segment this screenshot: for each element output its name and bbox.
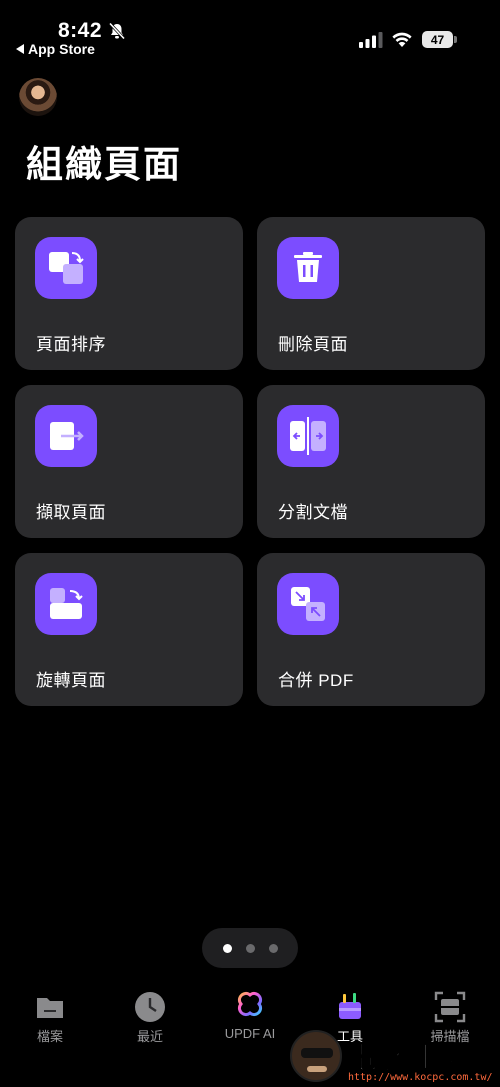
split-document-icon xyxy=(277,405,339,467)
rotate-page-icon xyxy=(35,573,97,635)
tab-files[interactable]: 檔案 xyxy=(0,985,100,1045)
tool-label: 分割文檔 xyxy=(278,503,348,522)
scan-icon xyxy=(434,991,466,1023)
tab-label: 檔案 xyxy=(36,1029,63,1044)
battery-indicator: 47 xyxy=(422,31,458,48)
tab-recent[interactable]: 最近 xyxy=(100,985,200,1045)
merge-pdf-icon xyxy=(277,573,339,635)
tool-card-merge-pdf[interactable]: 合併 PDF xyxy=(257,553,485,706)
page-dot-3[interactable] xyxy=(268,943,278,953)
trash-icon xyxy=(277,237,339,299)
page-dot-1[interactable] xyxy=(222,943,232,953)
toolbox-icon xyxy=(339,993,361,1019)
reorder-pages-icon xyxy=(35,237,97,299)
page-title: 組織頁面 xyxy=(26,144,182,185)
status-time: 8:42 xyxy=(58,19,103,42)
tool-label: 頁面排序 xyxy=(36,335,106,354)
watermark-mascot-icon xyxy=(290,1030,342,1082)
watermark-url: http://www.kocpc.com.tw/ xyxy=(348,1072,493,1083)
tool-label: 合併 PDF xyxy=(278,671,354,690)
updf-ai-icon xyxy=(237,991,263,1017)
back-to-app-store-button[interactable]: App Store xyxy=(16,41,95,57)
tool-label: 旋轉頁面 xyxy=(36,671,106,690)
tool-label: 擷取頁面 xyxy=(36,503,106,522)
back-triangle-icon xyxy=(16,44,24,54)
back-app-label: App Store xyxy=(28,41,95,57)
tool-label: 刪除頁面 xyxy=(278,335,348,354)
status-bar: 8:42 App Store 47 xyxy=(0,0,500,66)
wifi-icon xyxy=(392,32,412,47)
page-dot-2[interactable] xyxy=(245,943,255,953)
folder-icon xyxy=(37,998,63,1018)
tool-card-delete-pages[interactable]: 刪除頁面 xyxy=(257,217,485,370)
tool-card-split-document[interactable]: 分割文檔 xyxy=(257,385,485,538)
tab-label: UPDF AI xyxy=(224,1026,276,1041)
silent-bell-icon xyxy=(108,22,126,40)
page-indicator[interactable] xyxy=(202,928,298,968)
battery-level: 47 xyxy=(422,31,453,48)
tab-label: 最近 xyxy=(136,1029,163,1044)
battery-cap xyxy=(454,36,457,43)
extract-page-icon xyxy=(35,405,97,467)
tool-card-reorder-pages[interactable]: 頁面排序 xyxy=(15,217,243,370)
tab-updf-ai[interactable]: UPDF AI xyxy=(200,985,300,1041)
tool-card-rotate-pages[interactable]: 旋轉頁面 xyxy=(15,553,243,706)
clock-icon xyxy=(135,992,165,1022)
user-avatar[interactable] xyxy=(19,78,57,116)
tool-card-extract-pages[interactable]: 擷取頁面 xyxy=(15,385,243,538)
watermark: 電腦王阿達 http://www.kocpc.com.tw/ xyxy=(290,1030,500,1087)
cellular-signal-icon xyxy=(359,32,383,48)
